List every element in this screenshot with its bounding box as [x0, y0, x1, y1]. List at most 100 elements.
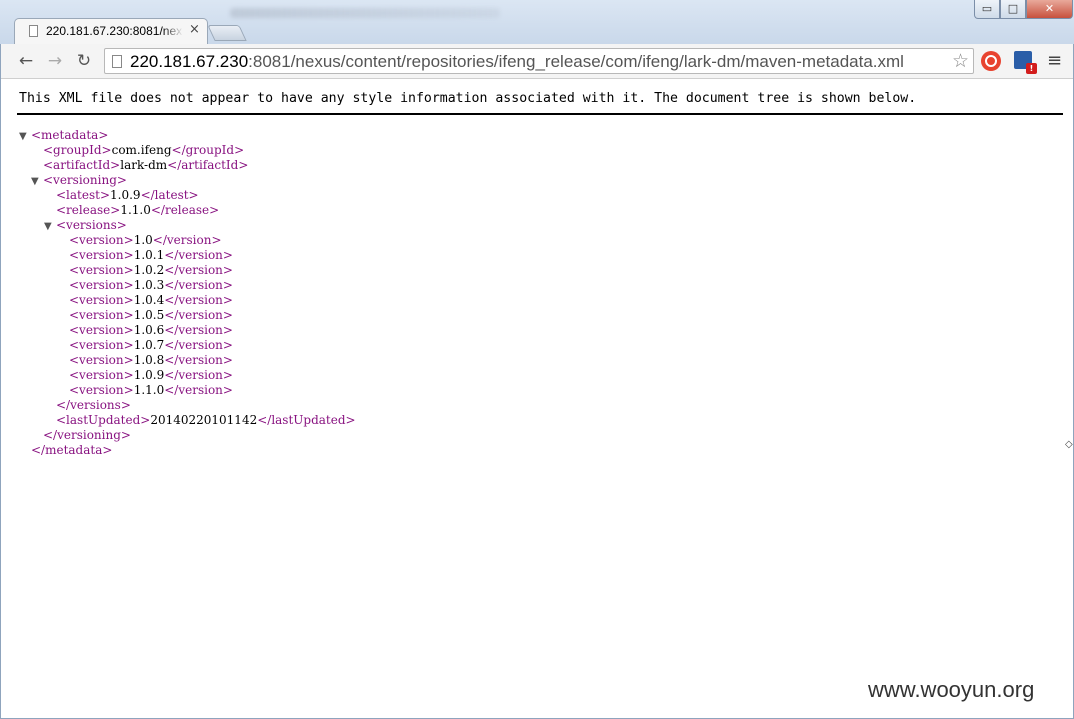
back-icon[interactable]: ←: [15, 50, 37, 72]
reload-icon[interactable]: ↻: [73, 50, 95, 72]
document-icon: [29, 25, 38, 37]
address-bar[interactable]: 220.181.67.230:8081/nexus/content/reposi…: [104, 48, 974, 74]
collapse-arrow-icon[interactable]: ▼: [44, 219, 56, 234]
xml-tag: <version>: [69, 263, 134, 277]
xml-tag: </version>: [164, 368, 233, 382]
xml-line-versions-open[interactable]: ▼ <versions>: [44, 218, 127, 233]
extension-icon-red[interactable]: [981, 51, 1001, 71]
xml-tag: <version>: [69, 248, 134, 262]
xml-tag: </artifactId>: [167, 158, 249, 172]
xml-line-versioning-close: </versioning>: [43, 428, 131, 443]
bookmark-star-icon[interactable]: ☆: [952, 50, 969, 72]
xml-tag: <lastUpdated>: [56, 413, 151, 427]
xml-tag: </version>: [164, 338, 233, 352]
new-tab-button[interactable]: [207, 25, 247, 41]
xml-tag: </version>: [164, 323, 233, 337]
xml-text: 1.0.4: [133, 293, 165, 307]
extension-badge-icon: !: [1026, 63, 1037, 74]
page-icon: [112, 55, 122, 68]
xml-text: 1.0.6: [133, 323, 165, 337]
xml-line-groupid: <groupId>com.ifeng</groupId>: [43, 143, 244, 158]
xml-line-version: <version>1.0.3</version>: [69, 278, 233, 293]
xml-tag: </versioning>: [43, 428, 131, 442]
xml-tag: <artifactId>: [43, 158, 121, 172]
xml-text: 1.0.9: [110, 188, 141, 202]
watermark: www.wooyun.org: [868, 677, 1035, 702]
xml-tag: </version>: [164, 383, 233, 397]
resize-handle-icon[interactable]: ◇: [1065, 439, 1073, 450]
collapse-arrow-icon[interactable]: ▼: [31, 174, 43, 189]
tab-active[interactable]: 220.181.67.230:8081/nexus/content/reposi…: [14, 18, 208, 45]
address-host: 220.181.67.230: [130, 52, 249, 71]
xml-line-metadata-open[interactable]: ▼ <metadata>: [19, 128, 108, 143]
xml-tag: </version>: [164, 353, 233, 367]
xml-text: 1.0: [133, 233, 153, 247]
xml-text: 1.0.1: [133, 248, 165, 262]
blurred-window-title: [230, 8, 500, 18]
notice-divider: [17, 113, 1063, 115]
xml-tag: </versions>: [56, 398, 131, 412]
xml-tag: </version>: [164, 263, 233, 277]
xml-tag: <version>: [69, 368, 134, 382]
xml-line-version: <version>1.0.4</version>: [69, 293, 233, 308]
xml-text: lark-dm: [120, 158, 168, 172]
xml-text: 1.0.5: [133, 308, 165, 322]
xml-tag: </version>: [164, 293, 233, 307]
xml-tag: </release>: [150, 203, 220, 217]
xml-tag: <metadata>: [31, 128, 109, 142]
xml-tag: </version>: [164, 278, 233, 292]
xml-line-artifactid: <artifactId>lark-dm</artifactId>: [43, 158, 248, 173]
xml-line-version: <version>1.0.9</version>: [69, 368, 233, 383]
address-url[interactable]: 220.181.67.230:8081/nexus/content/reposi…: [130, 52, 904, 72]
xml-text: 1.0.3: [133, 278, 165, 292]
xml-tag: <version>: [69, 353, 134, 367]
xml-text: 1.0.2: [133, 263, 165, 277]
xml-line-version: <version>1.0.1</version>: [69, 248, 233, 263]
xml-style-notice: This XML file does not appear to have an…: [19, 91, 917, 106]
tab-close-icon[interactable]: ×: [189, 22, 200, 37]
xml-tag: <versioning>: [43, 173, 127, 187]
xml-line-version: <version>1.0.5</version>: [69, 308, 233, 323]
xml-line-lastupdated: <lastUpdated>20140220101142</lastUpdated…: [56, 413, 356, 428]
xml-line-version: <version>1.0.7</version>: [69, 338, 233, 353]
xml-line-version: <version>1.0.8</version>: [69, 353, 233, 368]
minimize-button[interactable]: ▭: [974, 0, 1000, 19]
xml-line-versioning-open[interactable]: ▼ <versioning>: [31, 173, 127, 188]
title-bar: 220.181.67.230:8081/nexus/content/reposi…: [0, 0, 1074, 45]
xml-tag: <version>: [69, 383, 134, 397]
collapse-arrow-icon[interactable]: ▼: [19, 129, 31, 144]
xml-tag: </groupId>: [171, 143, 245, 157]
xml-tag: </version>: [152, 233, 222, 247]
xml-line-version: <version>1.0.2</version>: [69, 263, 233, 278]
xml-line-versions-close: </versions>: [56, 398, 131, 413]
xml-tag: <groupId>: [43, 143, 112, 157]
xml-tag: </lastUpdated>: [257, 413, 356, 427]
close-window-button[interactable]: ✕: [1026, 0, 1073, 19]
xml-tag: <version>: [69, 233, 134, 247]
xml-tag: <latest>: [56, 188, 111, 202]
xml-text: 1.0.8: [133, 353, 165, 367]
xml-tag: </metadata>: [31, 443, 113, 457]
xml-text: 1.1.0: [133, 383, 165, 397]
xml-line-latest: <latest>1.0.9</latest>: [56, 188, 199, 203]
xml-tag: <release>: [56, 203, 121, 217]
forward-icon[interactable]: →: [44, 50, 66, 72]
xml-text: 20140220101142: [150, 413, 258, 427]
tab-title: 220.181.67.230:8081/nexus/content/reposi…: [46, 24, 183, 38]
xml-tag: <version>: [69, 323, 134, 337]
xml-tag: <version>: [69, 293, 134, 307]
xml-tag: <version>: [69, 278, 134, 292]
extension-icon-blue[interactable]: !: [1014, 51, 1037, 74]
xml-tag: <versions>: [56, 218, 127, 232]
xml-tag: <version>: [69, 308, 134, 322]
xml-text: com.ifeng: [111, 143, 172, 157]
xml-line-version: <version>1.0</version>: [69, 233, 222, 248]
maximize-button[interactable]: □: [1000, 0, 1026, 19]
xml-tag: </latest>: [140, 188, 199, 202]
address-path: :8081/nexus/content/repositories/ifeng_r…: [248, 52, 904, 71]
xml-text: 1.0.9: [133, 368, 165, 382]
xml-tag: </version>: [164, 308, 233, 322]
xml-line-metadata-close: </metadata>: [31, 443, 112, 458]
browser-toolbar: ← → ↻ 220.181.67.230:8081/nexus/content/…: [1, 44, 1073, 79]
menu-icon[interactable]: ≡: [1047, 50, 1062, 71]
